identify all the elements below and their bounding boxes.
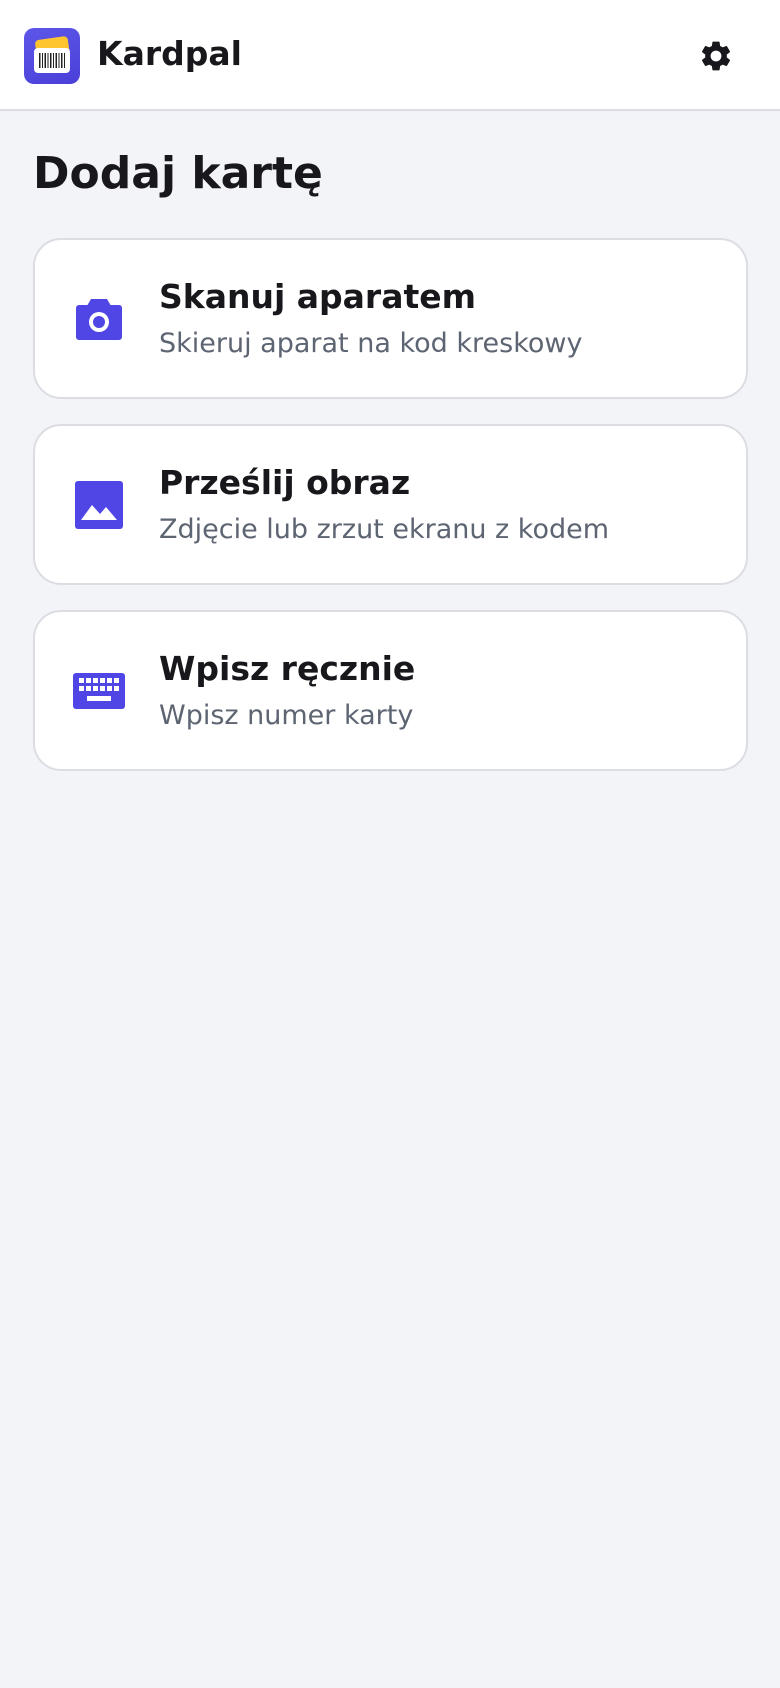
- option-label: Skanuj aparatem: [159, 277, 477, 316]
- option-description: Skieruj aparat na kod kreskowy: [159, 328, 583, 359]
- app-title: Kardpal: [97, 34, 242, 73]
- app-logo: [24, 28, 80, 84]
- manual-entry-option[interactable]: Wpisz ręcznie Wpisz numer karty: [33, 610, 748, 771]
- option-description: Zdjęcie lub zrzut ekranu z kodem: [159, 514, 610, 545]
- barcode-icon: [39, 53, 65, 68]
- camera-icon: [71, 291, 127, 347]
- option-label: Prześlij obraz: [159, 463, 411, 502]
- logo-card-front: [34, 48, 70, 73]
- option-description: Wpisz numer karty: [159, 700, 414, 731]
- settings-button[interactable]: [692, 32, 740, 80]
- page-title: Dodaj kartę: [33, 148, 323, 199]
- upload-image-option[interactable]: Prześlij obraz Zdjęcie lub zrzut ekranu …: [33, 424, 748, 585]
- option-label: Wpisz ręcznie: [159, 649, 416, 688]
- keyboard-icon: [71, 663, 127, 719]
- scan-camera-option[interactable]: Skanuj aparatem Skieruj aparat na kod kr…: [33, 238, 748, 399]
- gear-icon: [701, 41, 731, 71]
- app-header: Kardpal: [0, 0, 780, 111]
- image-icon: [71, 477, 127, 533]
